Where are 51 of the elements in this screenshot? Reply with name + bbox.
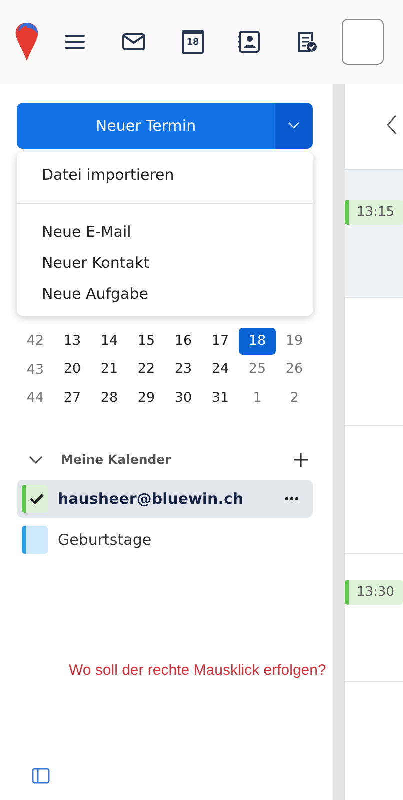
task-icon[interactable]	[296, 31, 318, 53]
week-number: 42	[26, 333, 46, 350]
calendar-day[interactable]: 27	[54, 384, 91, 412]
chevron-down-icon	[288, 122, 300, 130]
mail-icon[interactable]	[122, 33, 146, 51]
calendar-icon[interactable]: 18	[182, 30, 204, 54]
menu-icon[interactable]	[64, 34, 86, 50]
week-number: 44	[26, 390, 46, 406]
event[interactable]: 13:15	[345, 200, 403, 225]
calendar-day[interactable]: 30	[165, 384, 202, 412]
check-icon	[30, 492, 44, 504]
calendar-day[interactable]: 28	[91, 384, 128, 412]
calendar-day[interactable]: 31	[202, 384, 239, 412]
calendar-day[interactable]: 19	[276, 328, 313, 355]
calendar-day[interactable]: 29	[128, 384, 165, 412]
calendar-day[interactable]: 20	[54, 356, 91, 384]
more-icon[interactable]	[285, 496, 299, 500]
calendar-day[interactable]: 17	[202, 328, 239, 355]
calendar-day[interactable]: 15	[128, 328, 165, 355]
section-title: Meine Kalender	[61, 452, 172, 467]
calendar-day[interactable]: 23	[165, 356, 202, 384]
menu-item[interactable]: Neuer Kontakt	[17, 248, 313, 279]
calendar-item[interactable]: Geburtstage	[17, 520, 313, 558]
checkbox[interactable]	[22, 526, 48, 554]
menu-item[interactable]: Neue Aufgabe	[17, 279, 313, 310]
calendar-day[interactable]: 18	[239, 328, 276, 355]
annotation-text: Wo soll der rechte Mausklick erfolgen?	[69, 662, 326, 679]
previous-icon[interactable]	[387, 114, 397, 134]
calendar-item[interactable]: hausheer@bluewin.ch	[17, 480, 313, 518]
event[interactable]: 13:30	[345, 580, 403, 605]
add-icon[interactable]	[293, 452, 309, 468]
calendar-day[interactable]: 2	[276, 384, 313, 412]
chevron-icon[interactable]	[29, 456, 43, 464]
calendar-day[interactable]: 14	[91, 328, 128, 355]
contacts-icon[interactable]	[238, 31, 260, 53]
calendar-day[interactable]: 22	[128, 356, 165, 384]
checkbox[interactable]	[22, 484, 48, 512]
week-number: 43	[26, 362, 46, 378]
calendar-day[interactable]: 25	[239, 356, 276, 384]
menu-item[interactable]: Neue E-Mail	[17, 217, 313, 248]
calendar-day[interactable]: 16	[165, 328, 202, 355]
calendar-day[interactable]: 21	[91, 356, 128, 384]
new-appointment-button[interactable]: Neuer Termin	[17, 103, 275, 149]
calendar-day[interactable]: 24	[202, 356, 239, 384]
calendar-day[interactable]: 13	[54, 328, 91, 355]
sidebar-toggle-icon[interactable]	[32, 768, 50, 784]
search-field[interactable]	[342, 19, 384, 65]
calendar-day[interactable]: 1	[239, 384, 276, 412]
menu-item[interactable]: Datei importieren	[17, 160, 313, 191]
calendar-day[interactable]: 26	[276, 356, 313, 384]
logo-icon	[14, 22, 40, 62]
